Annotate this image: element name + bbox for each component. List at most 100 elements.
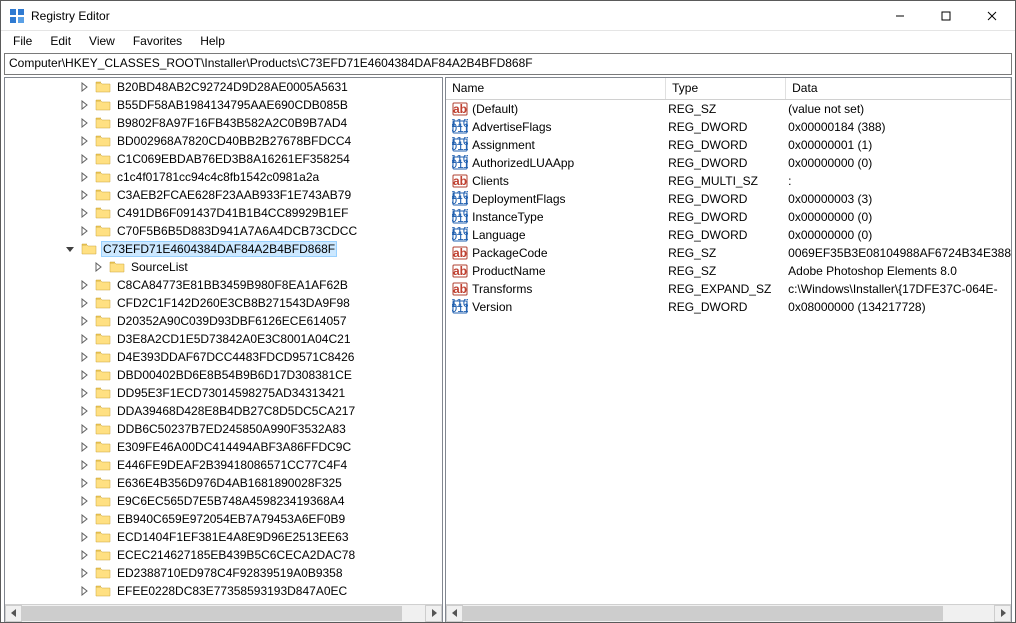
chevron-right-icon[interactable] bbox=[79, 316, 95, 326]
chevron-right-icon[interactable] bbox=[79, 496, 95, 506]
chevron-down-icon[interactable] bbox=[65, 244, 81, 254]
chevron-right-icon[interactable] bbox=[93, 262, 109, 272]
tree-item[interactable]: E446FE9DEAF2B39418086571CC77C4F4 bbox=[5, 456, 442, 474]
window-controls bbox=[877, 1, 1015, 31]
column-header-name[interactable]: Name bbox=[446, 78, 666, 99]
chevron-right-icon[interactable] bbox=[79, 352, 95, 362]
tree-item[interactable]: DD95E3F1ECD73014598275AD34313421 bbox=[5, 384, 442, 402]
tree-item[interactable]: D3E8A2CD1E5D73842A0E3C8001A04C21 bbox=[5, 330, 442, 348]
tree-item[interactable]: B9802F8A97F16FB43B582A2C0B9B7AD4 bbox=[5, 114, 442, 132]
scroll-track[interactable] bbox=[22, 605, 425, 622]
chevron-right-icon[interactable] bbox=[79, 424, 95, 434]
value-row[interactable]: abProductNameREG_SZAdobe Photoshop Eleme… bbox=[446, 262, 1011, 280]
chevron-right-icon[interactable] bbox=[79, 100, 95, 110]
chevron-right-icon[interactable] bbox=[79, 280, 95, 290]
folder-icon bbox=[95, 404, 111, 418]
tree-item[interactable]: E309FE46A00DC414494ABF3A86FFDC9C bbox=[5, 438, 442, 456]
chevron-right-icon[interactable] bbox=[79, 568, 95, 578]
tree-item[interactable]: DDB6C50237B7ED245850A990F3532A83 bbox=[5, 420, 442, 438]
value-row[interactable]: abClientsREG_MULTI_SZ: bbox=[446, 172, 1011, 190]
tree-item[interactable]: c1c4f01781cc94c4c8fb1542c0981a2a bbox=[5, 168, 442, 186]
scroll-right-button[interactable] bbox=[994, 605, 1011, 622]
value-row[interactable]: abPackageCodeREG_SZ0069EF35B3E08104988AF… bbox=[446, 244, 1011, 262]
values-scrollbar-horizontal[interactable] bbox=[446, 604, 1011, 621]
chevron-right-icon[interactable] bbox=[79, 460, 95, 470]
tree-item[interactable]: BD002968A7820CD40BB2B27678BFDCC4 bbox=[5, 132, 442, 150]
chevron-right-icon[interactable] bbox=[79, 298, 95, 308]
menu-help[interactable]: Help bbox=[192, 32, 233, 50]
tree-item[interactable]: C8CA84773E81BB3459B980F8EA1AF62B bbox=[5, 276, 442, 294]
tree-item[interactable]: C1C069EBDAB76ED3B8A16261EF358254 bbox=[5, 150, 442, 168]
chevron-right-icon[interactable] bbox=[79, 406, 95, 416]
tree-item[interactable]: DDA39468D428E8B4DB27C8D5DC5CA217 bbox=[5, 402, 442, 420]
tree-item[interactable]: DBD00402BD6E8B54B9B6D17D308381CE bbox=[5, 366, 442, 384]
chevron-right-icon[interactable] bbox=[79, 514, 95, 524]
tree-item[interactable]: D4E393DDAF67DCC4483FDCD9571C8426 bbox=[5, 348, 442, 366]
tree-item[interactable]: SourceList bbox=[5, 258, 442, 276]
tree-item[interactable]: ECD1404F1EF381E4A8E9D96E2513EE63 bbox=[5, 528, 442, 546]
chevron-right-icon[interactable] bbox=[79, 118, 95, 128]
value-row[interactable]: 110011DeploymentFlagsREG_DWORD0x00000003… bbox=[446, 190, 1011, 208]
tree-item[interactable]: B20BD48AB2C92724D9D28AE0005A5631 bbox=[5, 78, 442, 96]
chevron-right-icon[interactable] bbox=[79, 586, 95, 596]
tree-item-label: C70F5B6B5D883D941A7A6A4DCB73CDCC bbox=[115, 224, 359, 238]
tree-item[interactable]: ECEC214627185EB439B5C6CECA2DAC78 bbox=[5, 546, 442, 564]
column-header-type[interactable]: Type bbox=[666, 78, 786, 99]
scroll-left-button[interactable] bbox=[5, 605, 22, 622]
tree-body[interactable]: B20BD48AB2C92724D9D28AE0005A5631 B55DF58A… bbox=[5, 78, 442, 604]
tree-item-label: ED2388710ED978C4F92839519A0B9358 bbox=[115, 566, 345, 580]
tree-item[interactable]: CFD2C1F142D260E3CB8B271543DA9F98 bbox=[5, 294, 442, 312]
chevron-right-icon[interactable] bbox=[79, 190, 95, 200]
address-bar[interactable]: Computer\HKEY_CLASSES_ROOT\Installer\Pro… bbox=[4, 53, 1012, 75]
chevron-right-icon[interactable] bbox=[79, 370, 95, 380]
value-row[interactable]: 110011InstanceTypeREG_DWORD0x00000000 (0… bbox=[446, 208, 1011, 226]
tree-item[interactable]: E636E4B356D976D4AB1681890028F325 bbox=[5, 474, 442, 492]
tree-item[interactable]: D20352A90C039D93DBF6126ECE614057 bbox=[5, 312, 442, 330]
scroll-right-button[interactable] bbox=[425, 605, 442, 622]
chevron-right-icon[interactable] bbox=[79, 208, 95, 218]
value-row[interactable]: 110011AuthorizedLUAAppREG_DWORD0x0000000… bbox=[446, 154, 1011, 172]
chevron-right-icon[interactable] bbox=[79, 82, 95, 92]
value-row[interactable]: 110011AdvertiseFlagsREG_DWORD0x00000184 … bbox=[446, 118, 1011, 136]
tree-item[interactable]: C491DB6F091437D41B1B4CC89929B1EF bbox=[5, 204, 442, 222]
chevron-right-icon[interactable] bbox=[79, 136, 95, 146]
value-row[interactable]: ab(Default)REG_SZ(value not set) bbox=[446, 100, 1011, 118]
tree-item-label: B20BD48AB2C92724D9D28AE0005A5631 bbox=[115, 80, 350, 94]
value-data: 0x00000000 (0) bbox=[788, 156, 1011, 170]
chevron-right-icon[interactable] bbox=[79, 154, 95, 164]
tree-item[interactable]: C73EFD71E4604384DAF84A2B4BFD868F bbox=[5, 240, 442, 258]
chevron-right-icon[interactable] bbox=[79, 550, 95, 560]
value-row[interactable]: 110011AssignmentREG_DWORD0x00000001 (1) bbox=[446, 136, 1011, 154]
tree-scrollbar-horizontal[interactable] bbox=[5, 604, 442, 621]
chevron-right-icon[interactable] bbox=[79, 478, 95, 488]
value-row[interactable]: 110011LanguageREG_DWORD0x00000000 (0) bbox=[446, 226, 1011, 244]
value-row[interactable]: 110011VersionREG_DWORD0x08000000 (134217… bbox=[446, 298, 1011, 316]
tree-item[interactable]: C3AEB2FCAE628F23AAB933F1E743AB79 bbox=[5, 186, 442, 204]
minimize-button[interactable] bbox=[877, 1, 923, 31]
tree-item[interactable]: EB940C659E972054EB7A79453A6EF0B9 bbox=[5, 510, 442, 528]
scroll-thumb[interactable] bbox=[22, 606, 402, 621]
menu-favorites[interactable]: Favorites bbox=[125, 32, 190, 50]
chevron-right-icon[interactable] bbox=[79, 334, 95, 344]
chevron-right-icon[interactable] bbox=[79, 532, 95, 542]
tree-item[interactable]: C70F5B6B5D883D941A7A6A4DCB73CDCC bbox=[5, 222, 442, 240]
value-row[interactable]: abTransformsREG_EXPAND_SZc:\Windows\Inst… bbox=[446, 280, 1011, 298]
chevron-right-icon[interactable] bbox=[79, 388, 95, 398]
scroll-left-button[interactable] bbox=[446, 605, 463, 622]
menu-view[interactable]: View bbox=[81, 32, 123, 50]
close-button[interactable] bbox=[969, 1, 1015, 31]
menu-file[interactable]: File bbox=[5, 32, 40, 50]
tree-item[interactable]: ED2388710ED978C4F92839519A0B9358 bbox=[5, 564, 442, 582]
tree-item[interactable]: E9C6EC565D7E5B748A459823419368A4 bbox=[5, 492, 442, 510]
tree-item[interactable]: EFEE0228DC83E77358593193D847A0EC bbox=[5, 582, 442, 600]
menu-edit[interactable]: Edit bbox=[42, 32, 79, 50]
column-header-data[interactable]: Data bbox=[786, 78, 1011, 99]
scroll-track[interactable] bbox=[463, 605, 994, 622]
maximize-button[interactable] bbox=[923, 1, 969, 31]
tree-item[interactable]: B55DF58AB1984134795AAE690CDB085B bbox=[5, 96, 442, 114]
chevron-right-icon[interactable] bbox=[79, 226, 95, 236]
chevron-right-icon[interactable] bbox=[79, 442, 95, 452]
chevron-right-icon[interactable] bbox=[79, 172, 95, 182]
values-body[interactable]: ab(Default)REG_SZ(value not set)110011Ad… bbox=[446, 100, 1011, 604]
scroll-thumb[interactable] bbox=[463, 606, 943, 621]
